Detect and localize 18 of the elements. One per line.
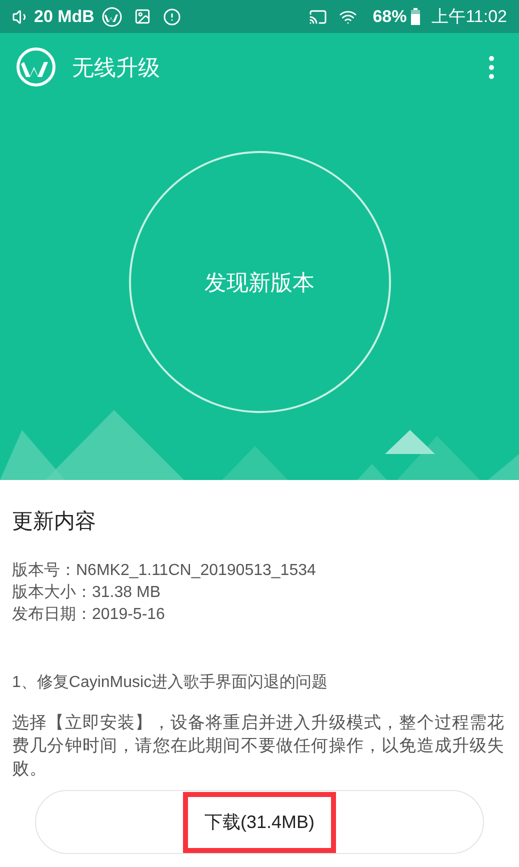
battery-percent: 68% [372,6,407,28]
section-heading: 更新内容 [12,509,97,535]
cast-icon [308,8,327,26]
app-logo-icon [102,6,122,26]
info-line: 版本大小：31.38 MB [12,582,162,602]
image-icon [134,8,152,25]
download-button[interactable]: 下载(31.4MB) [35,790,484,854]
release-note: 1、修复CayinMusic进入歌手界面闪退的问题 [12,672,329,692]
app-logo-icon [16,47,56,87]
info-line: 发布日期：2019-5-16 [12,604,166,624]
app-title: 无线升级 [72,54,160,82]
volume-reading: 20 MdB [34,6,94,28]
status-text: 发现新版本 [204,268,314,296]
install-instructions: 选择【立即安装】，设备将重启并进入升级模式，整个过程需花费几分钟时间，请您在此期间不要做任何操作，以免造成升级失败。 [12,712,506,780]
battery-icon [410,8,420,25]
clock: 上午11:02 [432,6,507,28]
alert-icon [163,8,182,26]
info-line: 版本号：N6MK2_1.11CN_20190513_1534 [12,560,317,580]
